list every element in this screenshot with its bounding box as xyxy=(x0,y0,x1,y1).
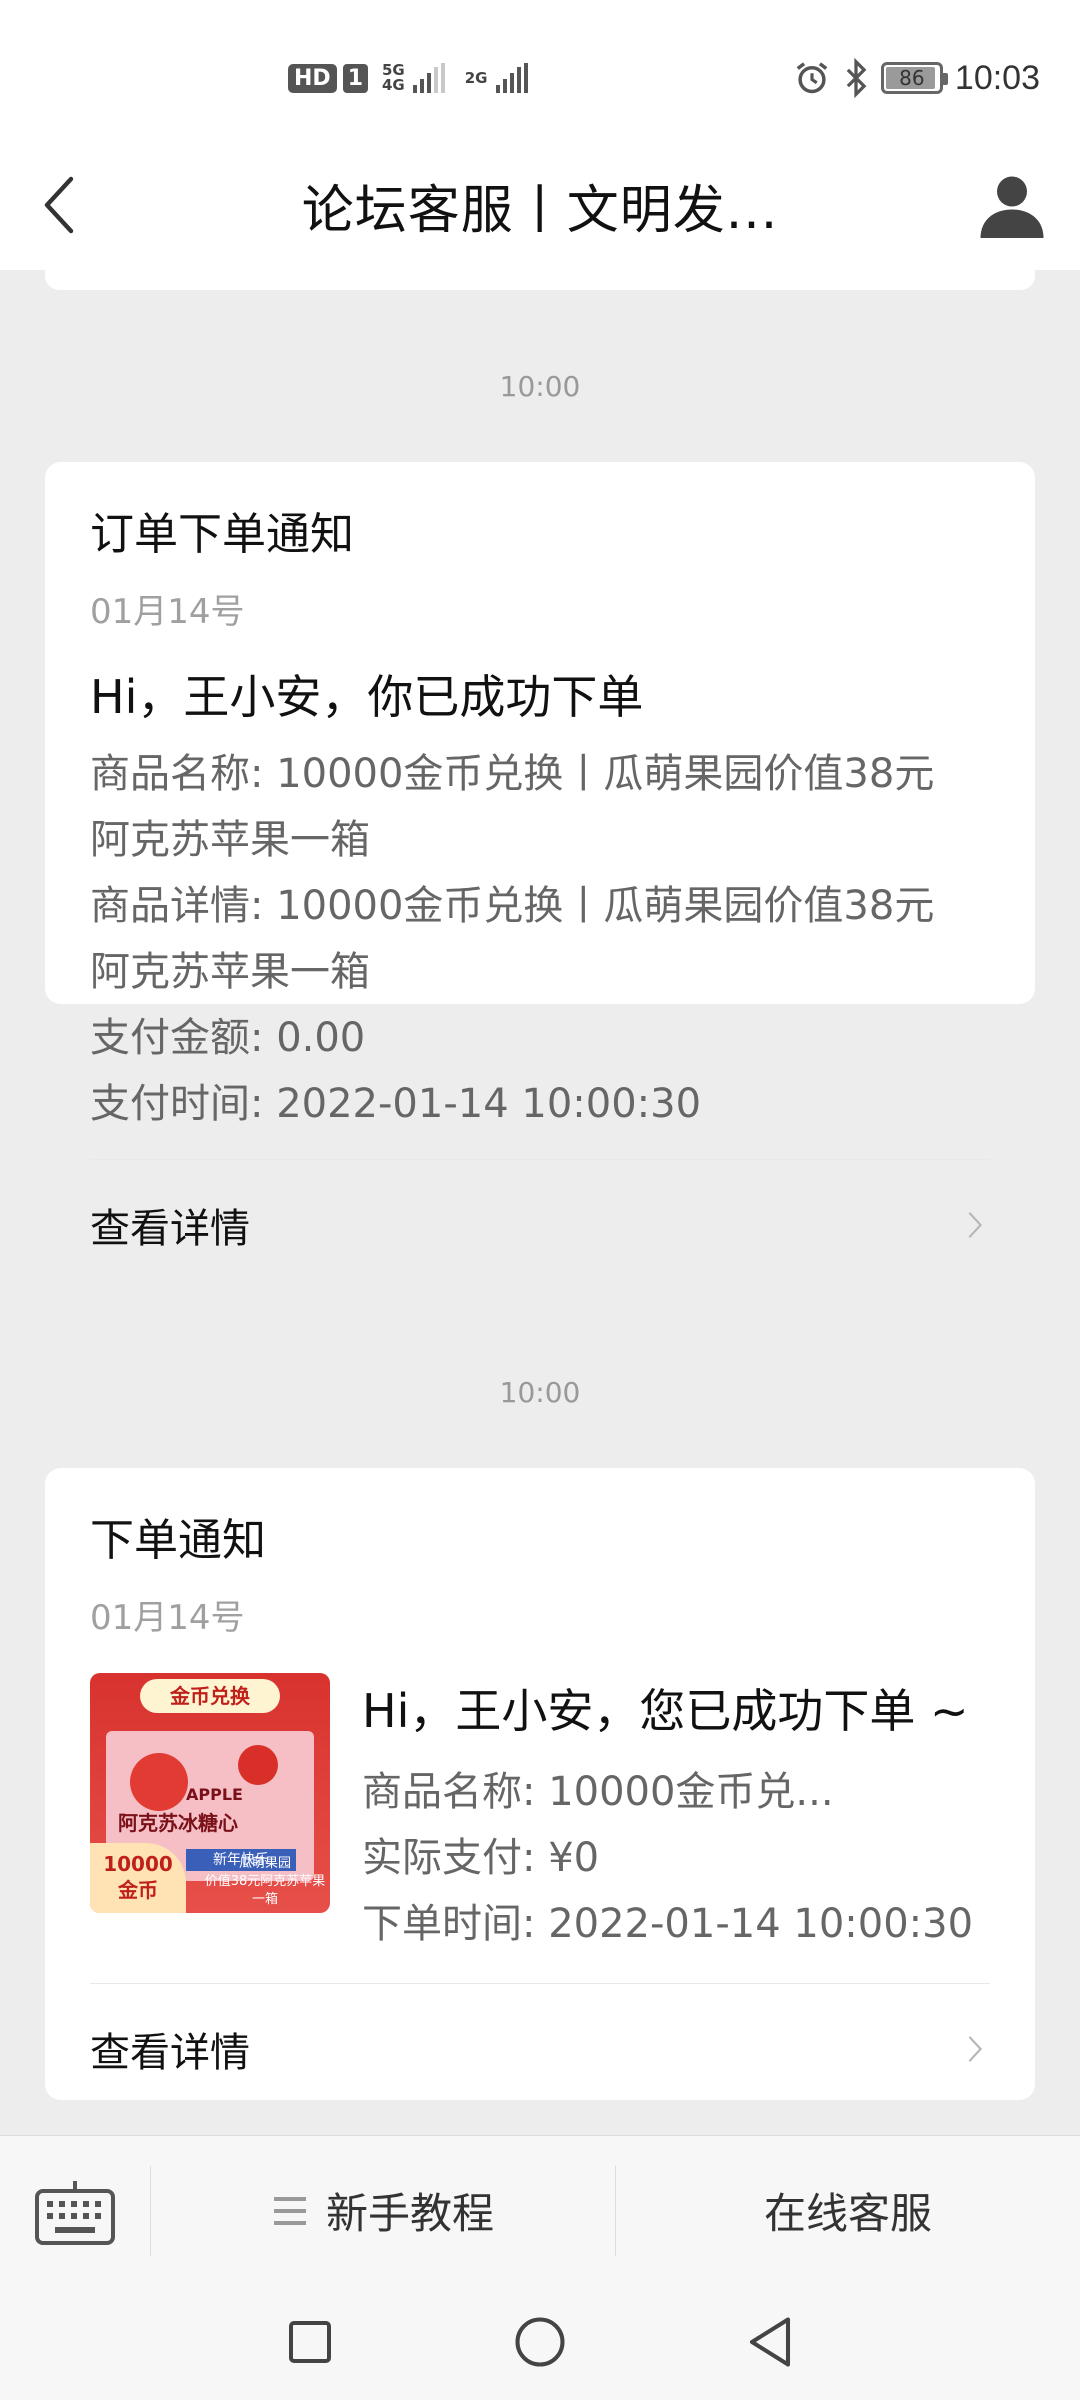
network-type-2-label: 2G xyxy=(464,68,488,87)
card-title: 下单通知 xyxy=(90,1515,266,1566)
clock: 10:03 xyxy=(954,58,1040,97)
profile-button[interactable] xyxy=(972,160,1052,250)
order-notification-card[interactable]: 订单下单通知 01月14号 Hi，王小安，你已成功下单 商品名称: 10000金… xyxy=(45,462,1035,1252)
home-button[interactable] xyxy=(505,2307,575,2377)
thumb-seller: 瓜萌果园 xyxy=(238,1856,291,1871)
card-date: 01月14号 xyxy=(90,1598,245,1638)
status-bar: HD 1 5G 4G 2G 86 10:03 xyxy=(0,0,1080,140)
card-greeting: Hi，王小安，您已成功下单 ~ xyxy=(362,1684,969,1738)
order-text: Hi，王小安，您已成功下单 ~ 商品名称: 10000金币兑... 实际支付: … xyxy=(362,1673,990,1957)
apple-graphic xyxy=(130,1753,188,1811)
detail-line: 实际支付: ¥0 xyxy=(362,1835,600,1881)
order-details: 商品名称: 10000金币兑... 实际支付: ¥0 下单时间: 2022-01… xyxy=(362,1759,990,1957)
thumb-banner: 金币兑换 xyxy=(140,1679,280,1713)
message-list[interactable]: 10:00 订单下单通知 01月14号 Hi，王小安，你已成功下单 商品名称: … xyxy=(0,270,1080,2135)
view-details-label: 查看详情 xyxy=(90,1206,250,1252)
menu-online-service-label: 在线客服 xyxy=(763,2189,932,2238)
thumb-product-name: 阿克苏冰糖心 xyxy=(118,1811,238,1835)
message-timestamp: 10:00 xyxy=(499,370,581,403)
view-details-link[interactable]: 查看详情 xyxy=(90,1160,990,1290)
page-title: 论坛客服丨文明发... xyxy=(301,180,779,241)
apple-graphic xyxy=(238,1745,278,1785)
card-greeting: Hi，王小安，你已成功下单 xyxy=(90,670,644,724)
network-type-1: 5G 4G xyxy=(382,63,405,93)
thumb-footer: 瓜萌果园 价值38元阿克苏苹果一箱 xyxy=(200,1855,330,1909)
thumb-coin-badge: 10000 金币 xyxy=(90,1843,186,1913)
previous-message-card xyxy=(45,270,1035,290)
chevron-right-icon xyxy=(968,1212,983,1238)
menu-tutorial-label: 新手教程 xyxy=(325,2189,494,2238)
signal-icon xyxy=(412,63,445,93)
menu-lines-icon xyxy=(273,2196,306,2225)
back-button[interactable] xyxy=(24,170,94,240)
card-date: 01月14号 xyxy=(90,592,245,632)
network-type-2: 2G xyxy=(464,68,488,87)
recents-button[interactable] xyxy=(275,2307,345,2377)
status-right: 86 10:03 xyxy=(793,56,1040,100)
message-timestamp: 10:00 xyxy=(499,1376,581,1409)
circle-icon xyxy=(515,2317,565,2367)
signal-icon-2 xyxy=(495,63,528,93)
alarm-icon xyxy=(796,62,828,94)
battery-icon: 86 xyxy=(880,62,948,94)
network-type-1-sub: 4G xyxy=(382,76,405,94)
triangle-back-icon xyxy=(749,2317,791,2367)
detail-line: 商品名称: 10000金币兑换丨瓜萌果园价值38元 xyxy=(90,751,935,797)
hd-badge: HD xyxy=(288,63,337,93)
sim-badge: 1 xyxy=(342,63,368,93)
keyboard-icon xyxy=(35,2180,115,2245)
card-title: 订单下单通知 xyxy=(90,509,354,560)
detail-line: 阿克苏苹果一箱 xyxy=(90,949,370,995)
back-nav-button[interactable] xyxy=(735,2307,805,2377)
detail-line: 商品名称: 10000金币兑... xyxy=(362,1769,834,1815)
detail-line: 支付时间: 2022-01-14 10:00:30 xyxy=(90,1081,702,1127)
bluetooth-icon xyxy=(846,58,867,98)
detail-line: 支付金额: 0.00 xyxy=(90,1015,366,1061)
thumb-brand: APPLE xyxy=(186,1785,243,1804)
chat-menu-bar: 新手教程 在线客服 xyxy=(0,2135,1080,2285)
detail-line: 阿克苏苹果一箱 xyxy=(90,817,370,863)
product-image: 金币兑换 APPLE 阿克苏冰糖心 新年快乐 10000 金币 瓜萌果园 价值3… xyxy=(90,1673,330,1913)
person-icon xyxy=(980,176,1044,238)
order-summary: 金币兑换 APPLE 阿克苏冰糖心 新年快乐 10000 金币 瓜萌果园 价值3… xyxy=(90,1673,990,1957)
thumb-desc: 价值38元阿克苏苹果一箱 xyxy=(204,1874,326,1907)
menu-tutorial[interactable]: 新手教程 xyxy=(151,2136,615,2286)
chevron-left-icon xyxy=(44,176,74,234)
order-details: 商品名称: 10000金币兑换丨瓜萌果园价值38元 阿克苏苹果一箱 商品详情: … xyxy=(90,741,990,1137)
menu-online-service[interactable]: 在线客服 xyxy=(616,2136,1080,2286)
network-indicators: HD 1 5G 4G 2G xyxy=(288,60,542,96)
keyboard-toggle-button[interactable] xyxy=(0,2136,150,2286)
system-nav-bar xyxy=(0,2285,1080,2400)
detail-line: 商品详情: 10000金币兑换丨瓜萌果园价值38元 xyxy=(90,883,935,929)
view-details-link[interactable]: 查看详情 xyxy=(90,1984,990,2114)
square-icon xyxy=(289,2321,331,2363)
thumb-coin-label: 金币 xyxy=(118,1878,158,1902)
thumb-coin-amount: 10000 xyxy=(103,1852,173,1876)
detail-line: 下单时间: 2022-01-14 10:00:30 xyxy=(362,1901,974,1947)
order-notification-card[interactable]: 下单通知 01月14号 金币兑换 APPLE 阿克苏冰糖心 新年快乐 10000… xyxy=(45,1468,1035,2100)
nav-header: 论坛客服丨文明发... xyxy=(0,140,1080,270)
view-details-label: 查看详情 xyxy=(90,2030,250,2076)
chevron-right-icon xyxy=(968,2036,983,2062)
battery-level: 86 xyxy=(899,66,925,90)
